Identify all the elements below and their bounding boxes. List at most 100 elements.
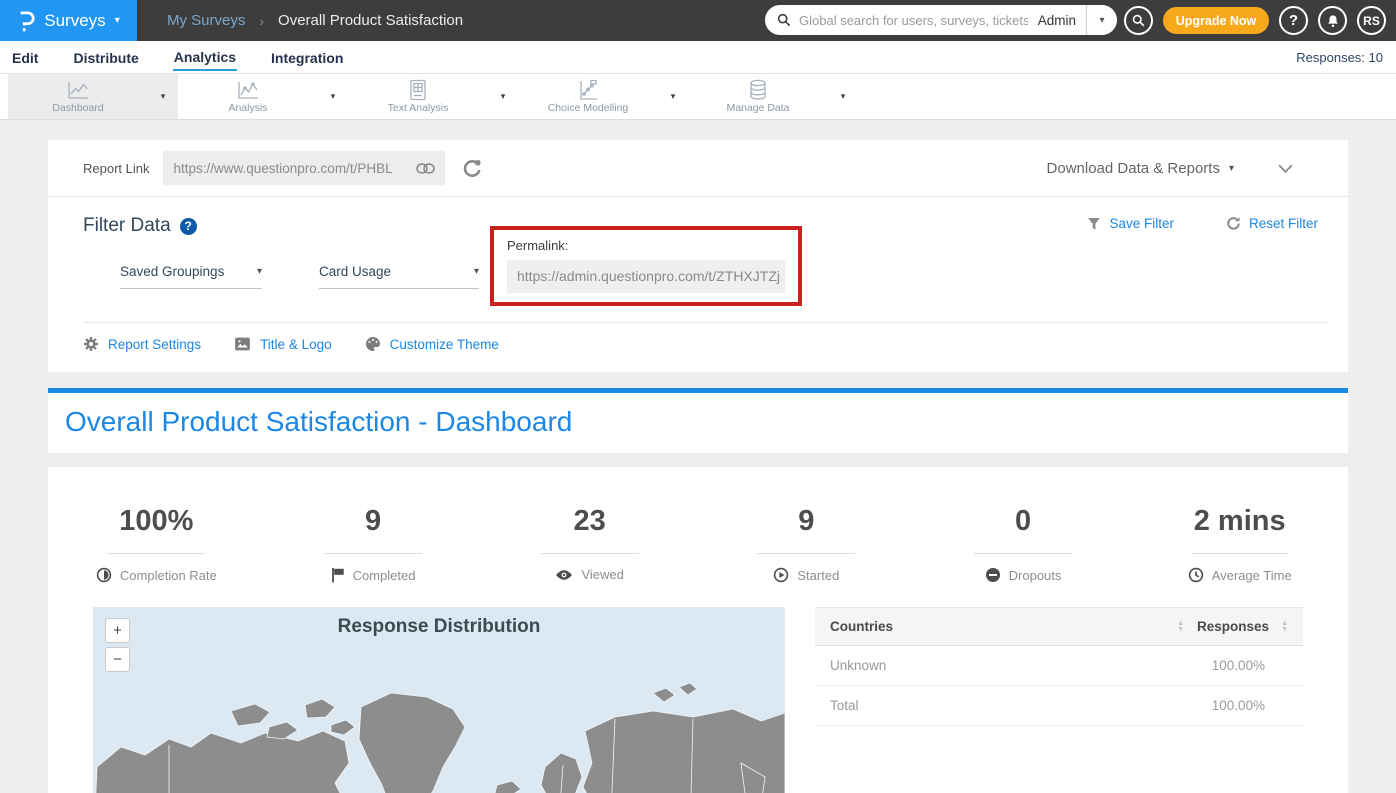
country-cell: Total [830,698,1212,713]
avatar[interactable]: RS [1357,6,1386,35]
caret-down-icon[interactable]: ▾ [828,91,858,102]
report-settings-button[interactable]: Report Settings [83,336,201,352]
refresh-icon [1226,216,1241,231]
filter-data-title: Filter Data [83,215,171,237]
breadcrumb-separator-icon: › [259,13,264,29]
stat-label: Average Time [1212,568,1292,583]
completion-rate-icon [96,567,112,583]
stat-label: Completed [353,568,416,583]
sort-responses-icon[interactable]: ▲▼ [1281,621,1288,633]
dashboard-chart-icon [66,80,90,101]
caret-down-icon[interactable]: ▾ [148,91,178,102]
help-button[interactable]: ? [1279,6,1308,35]
image-icon [234,337,251,351]
main-content: Report Link https://www.questionpro.com/… [0,120,1396,793]
stat-started: 9 Started [698,505,915,583]
product-switcher[interactable]: Surveys ▾ [0,0,137,41]
toolbar-analysis[interactable]: Analysis ▾ [178,74,348,119]
toolbar-choice-modelling[interactable]: Choice Modelling ▾ [518,74,688,119]
customize-theme-button[interactable]: Customize Theme [365,336,499,352]
card-usage-dropdown[interactable]: Card Usage ▾ [319,264,479,289]
funnel-icon [1087,217,1101,231]
response-distribution-map[interactable]: + − Response Distribution [93,607,785,793]
responses-column-header[interactable]: Responses [1197,619,1269,634]
stat-completed: 9 Completed [265,505,482,583]
report-link-input[interactable]: https://www.questionpro.com/t/PHBL [163,151,445,185]
stat-completion-rate: 100% Completion Rate [48,505,265,583]
breadcrumb: My Surveys › Overall Product Satisfactio… [167,12,463,29]
caret-down-icon[interactable]: ▾ [488,91,518,102]
search-scope-caret-icon[interactable]: ▾ [1087,15,1117,26]
section-gap [48,453,1348,467]
responses-cell: 100.00% [1212,698,1265,713]
report-settings-card: Report Link https://www.questionpro.com/… [48,140,1348,372]
link-security-icon[interactable] [462,158,482,178]
link-icon [416,163,435,174]
stat-label: Completion Rate [120,568,217,583]
toolbar-manage-data[interactable]: Manage Data ▾ [688,74,858,119]
toolbar-text-analysis[interactable]: Text Analysis ▾ [348,74,518,119]
filter-help-icon[interactable]: ? [180,218,197,235]
title-logo-button[interactable]: Title & Logo [234,337,332,352]
download-data-reports-menu[interactable]: Download Data & Reports ▾ [1047,160,1234,177]
stat-value: 100% [48,505,265,538]
global-search-input[interactable] [799,13,1028,28]
text-analysis-icon [408,79,428,101]
report-settings-label: Report Settings [108,337,201,352]
download-data-reports-label: Download Data & Reports [1047,160,1220,177]
tab-analytics[interactable]: Analytics [173,43,237,71]
countries-table-header: Countries ▲▼ Responses ▲▼ [815,607,1303,646]
permalink-input[interactable]: https://admin.questionpro.com/t/ZTHXJTZj [507,260,785,293]
map-title: Response Distribution [93,616,785,638]
permalink-label: Permalink: [507,238,785,253]
country-cell: Unknown [830,658,1212,673]
global-search[interactable]: Admin ▾ [765,5,1117,35]
stat-label: Dropouts [1009,568,1062,583]
page-title: Overall Product Satisfaction - Dashboard [65,406,1331,438]
toolbar-choice-modelling-label: Choice Modelling [548,102,629,114]
stat-value: 23 [481,505,698,538]
caret-down-icon: ▾ [257,266,262,277]
filter-actions: Save Filter Reset Filter [1087,216,1318,231]
map-zoom-in-button[interactable]: + [105,618,130,643]
save-filter-button[interactable]: Save Filter [1087,216,1174,231]
stat-value: 9 [265,505,482,538]
breadcrumb-my-surveys[interactable]: My Surveys [167,12,245,29]
stat-value: 2 mins [1131,505,1348,538]
toolbar-text-analysis-label: Text Analysis [388,102,449,114]
saved-groupings-dropdown[interactable]: Saved Groupings ▾ [120,264,262,289]
responses-count: Responses: 10 [1296,50,1383,65]
analysis-chart-icon [236,80,260,101]
table-row: Total 100.00% [815,686,1303,726]
report-link-value: https://www.questionpro.com/t/PHBL [173,161,416,176]
collapse-panel-chevron-icon[interactable] [1278,164,1293,173]
report-link-row: Report Link https://www.questionpro.com/… [48,140,1348,197]
tab-integration[interactable]: Integration [270,44,344,70]
reset-filter-button[interactable]: Reset Filter [1226,216,1318,231]
dashboard-title-band: Overall Product Satisfaction - Dashboard [48,393,1348,453]
sort-countries-icon[interactable]: ▲▼ [1177,621,1184,633]
widgets-row: + − Response Distribution [48,607,1348,793]
caret-down-icon[interactable]: ▾ [318,91,348,102]
breadcrumb-current: Overall Product Satisfaction [278,12,463,29]
product-name: Surveys [44,11,105,31]
dashboard-card: 100% Completion Rate 9 [48,467,1348,793]
caret-down-icon[interactable]: ▾ [658,91,688,102]
search-icon [1132,14,1145,27]
stat-label: Viewed [581,567,623,582]
caret-down-icon: ▾ [115,15,120,26]
notifications-button[interactable] [1318,6,1347,35]
tab-edit[interactable]: Edit [11,44,39,70]
tab-distribute[interactable]: Distribute [72,44,139,70]
choice-modelling-icon [577,79,599,101]
map-zoom-out-button[interactable]: − [105,647,130,672]
stat-dropouts: 0 Dropouts [915,505,1132,583]
upgrade-button[interactable]: Upgrade Now [1163,7,1269,34]
stats-row: 100% Completion Rate 9 [48,505,1348,583]
play-circle-icon [773,567,789,583]
saved-groupings-label: Saved Groupings [120,264,224,279]
search-button[interactable] [1124,6,1153,35]
toolbar-dashboard[interactable]: Dashboard ▾ [8,74,178,119]
countries-column-header[interactable]: Countries [830,619,893,634]
world-map [93,635,785,793]
